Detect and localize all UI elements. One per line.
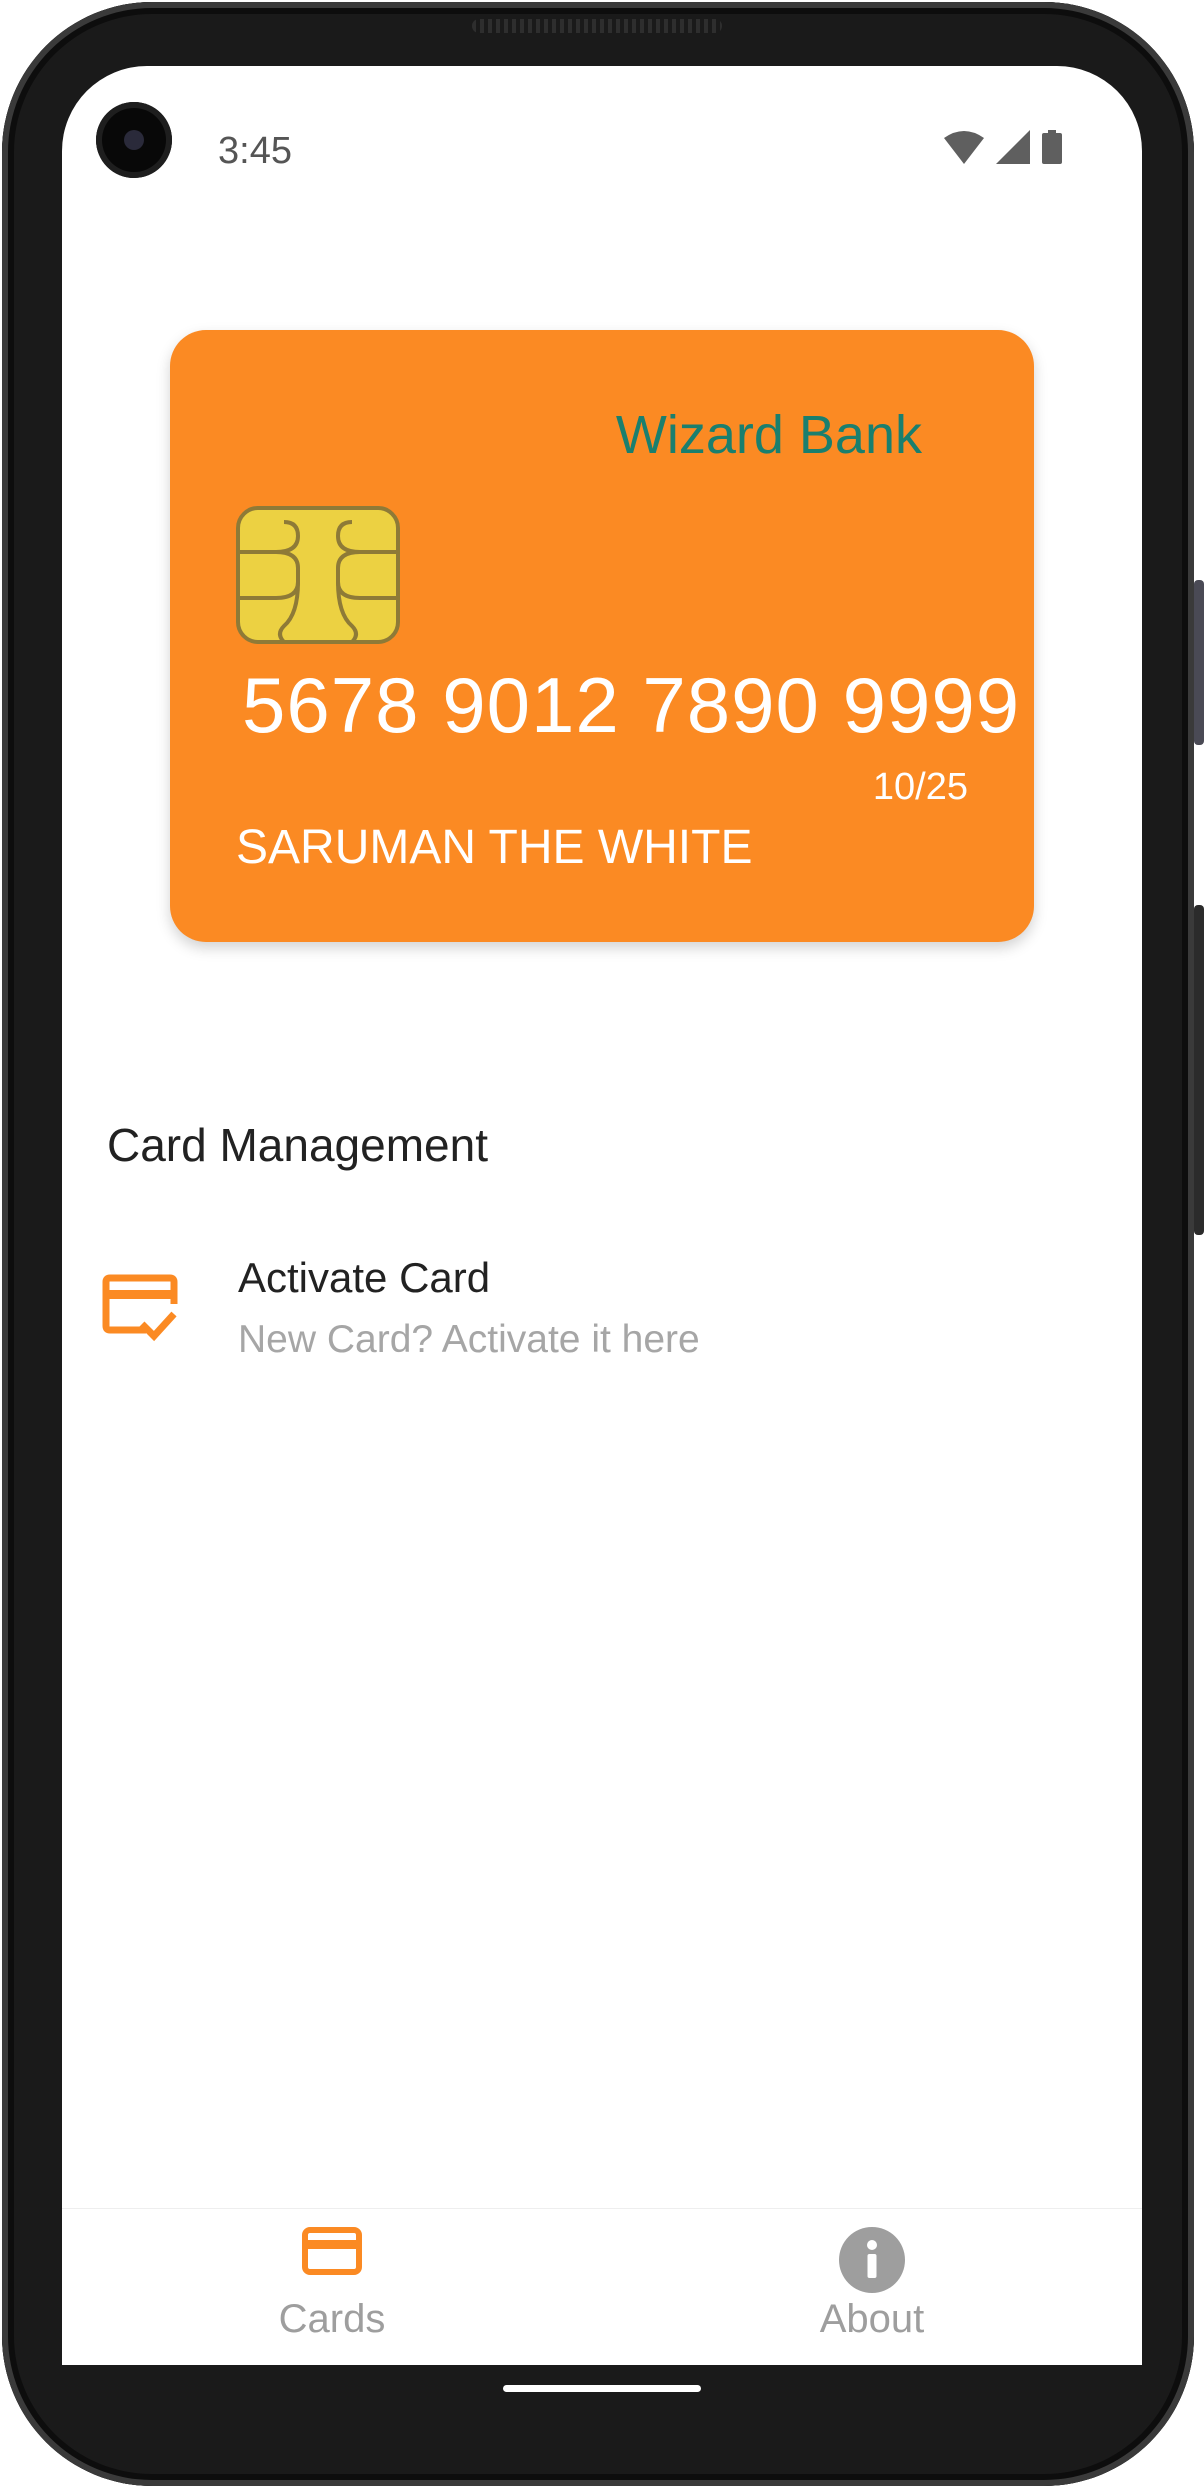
status-icons bbox=[944, 130, 1062, 164]
list-item-title: Activate Card bbox=[238, 1254, 491, 1301]
signal-icon bbox=[996, 130, 1030, 164]
gesture-bar[interactable] bbox=[503, 2385, 701, 2392]
info-icon bbox=[839, 2227, 905, 2293]
list-item-activate-card[interactable]: Activate Card New Card? Activate it here bbox=[0, 1240, 1204, 1390]
nav-item-cards[interactable]: Cards bbox=[62, 2209, 602, 2365]
volume-button bbox=[1194, 580, 1204, 745]
card-holder: SARUMAN THE WHITE bbox=[236, 821, 753, 874]
section-title: Card Management bbox=[107, 1119, 488, 1171]
card-number: 5678 9012 7890 9999 bbox=[242, 661, 1021, 749]
credit-card[interactable]: Wizard Bank 5678 9012 7890 9999 10/25 SA… bbox=[170, 330, 1034, 942]
status-time: 3:45 bbox=[218, 130, 292, 172]
card-check-icon bbox=[102, 1274, 178, 1342]
nav-label-about: About bbox=[819, 2297, 925, 2341]
earpiece-speaker bbox=[472, 19, 722, 33]
power-button bbox=[1194, 905, 1204, 1235]
bottom-navigation: Cards About bbox=[62, 2208, 1142, 2365]
wifi-icon bbox=[944, 131, 984, 164]
chip-icon bbox=[236, 506, 400, 644]
battery-icon bbox=[1042, 130, 1062, 164]
list-item-subtitle: New Card? Activate it here bbox=[238, 1318, 700, 1361]
bank-name: Wizard Bank bbox=[615, 405, 922, 465]
nav-item-about[interactable]: About bbox=[602, 2209, 1142, 2365]
credit-card-icon bbox=[302, 2227, 362, 2275]
nav-label-cards: Cards bbox=[278, 2297, 386, 2341]
front-camera bbox=[96, 102, 172, 178]
card-expiry: 10/25 bbox=[872, 766, 968, 808]
